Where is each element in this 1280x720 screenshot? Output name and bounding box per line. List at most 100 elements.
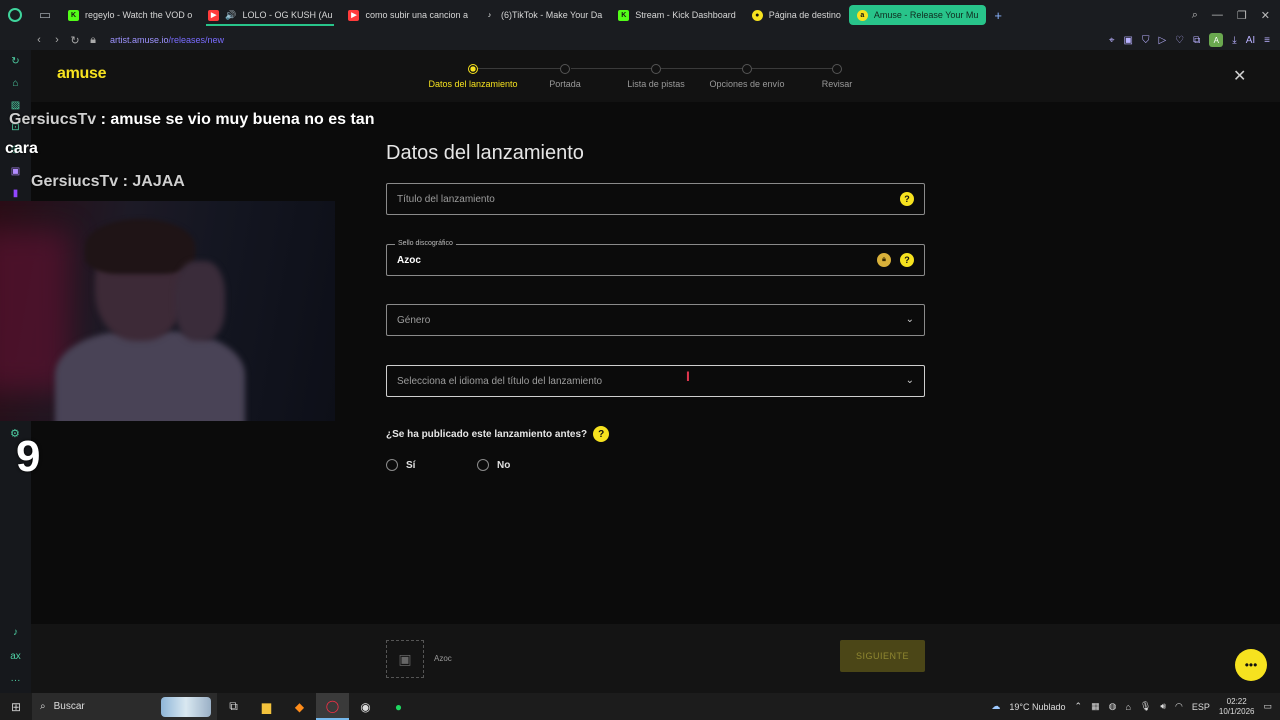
- forward-icon[interactable]: ›: [48, 34, 66, 46]
- player-icon[interactable]: ▷: [1158, 35, 1166, 46]
- tiktok-icon: ♪: [487, 11, 492, 19]
- download-icon[interactable]: ⤓: [1232, 35, 1236, 46]
- tab-kick-dashboard[interactable]: K Stream - Kick Dashboard: [610, 0, 744, 30]
- network-icon[interactable]: ⌂: [1125, 702, 1130, 712]
- opera-taskbar-icon[interactable]: ◯: [316, 693, 349, 720]
- release-title-placeholder: Título del lanzamiento: [397, 193, 495, 205]
- youtube-icon: ▶: [208, 9, 220, 21]
- input-language[interactable]: ESP: [1192, 702, 1210, 712]
- tab-kick-vod[interactable]: Kregeylo - Watch the VOD o: [60, 0, 200, 30]
- cover-placeholder-icon: ▣: [386, 640, 424, 678]
- aria-ai-button[interactable]: AI: [1246, 35, 1255, 46]
- twitch-icon[interactable]: ▮: [9, 186, 23, 200]
- notifications-icon[interactable]: ▭: [1263, 701, 1272, 712]
- shield-icon[interactable]: ⛉: [1142, 35, 1150, 46]
- restore-icon[interactable]: ❐: [1237, 9, 1247, 22]
- amuse-logo[interactable]: amuse: [57, 65, 107, 83]
- music-icon[interactable]: ♪: [9, 625, 23, 639]
- spotify-icon[interactable]: ●: [382, 693, 415, 720]
- heart-icon[interactable]: ♡: [1175, 35, 1184, 46]
- next-button[interactable]: SIGUIENTE: [840, 640, 925, 672]
- new-tab-button[interactable]: +: [986, 8, 1010, 23]
- steam-icon[interactable]: ◍: [1109, 701, 1117, 712]
- weather-text[interactable]: 19°C Nublado: [1009, 702, 1065, 712]
- lock-icon: 🔒︎: [90, 33, 96, 46]
- question-text: ¿Se ha publicado este lanzamiento antes?: [386, 428, 588, 440]
- menu-icon[interactable]: ≡: [1264, 35, 1270, 46]
- minimize-icon[interactable]: —: [1212, 9, 1223, 22]
- refresh-icon[interactable]: ↻: [9, 54, 23, 68]
- help-icon[interactable]: ?: [593, 426, 610, 442]
- extensions-icon[interactable]: ⧉: [1193, 35, 1200, 46]
- step-indicator: [468, 64, 478, 74]
- close-window-icon[interactable]: ✕: [1261, 9, 1270, 22]
- genre-select[interactable]: Género ⌄: [386, 304, 925, 336]
- task-view-icon[interactable]: ⧉: [217, 693, 250, 720]
- back-icon[interactable]: ‹: [30, 34, 48, 46]
- system-tray: ☁ 19°C Nublado ⌃ ▦ ◍ ⌂ 🎙︎ 🔊︎ ◠ ESP 02:22…: [991, 697, 1280, 717]
- chat-message-continuation: cara: [5, 140, 38, 157]
- workspace-icon[interactable]: ▨: [9, 98, 23, 112]
- file-explorer-icon[interactable]: ▆: [250, 693, 283, 720]
- radio-circle[interactable]: [386, 459, 398, 471]
- taskbar-search[interactable]: ⌕ Buscar: [32, 693, 217, 720]
- pin-icon[interactable]: ⌖: [1109, 35, 1115, 46]
- clock[interactable]: 02:22 10/1/2026: [1219, 697, 1255, 717]
- profile-avatar[interactable]: A: [1209, 33, 1224, 47]
- help-icon[interactable]: ?: [900, 253, 914, 267]
- youtube-icon: ▶: [348, 9, 360, 21]
- url-field[interactable]: artist.amuse.io/releases/new: [110, 35, 224, 45]
- messenger-icon[interactable]: ▣: [9, 164, 23, 178]
- more-icon[interactable]: ···: [9, 673, 23, 687]
- chevron-down-icon: ⌄: [905, 314, 914, 325]
- previously-released-question: ¿Se ha publicado este lanzamiento antes?…: [386, 426, 610, 442]
- sidebar-bottom: ♪ ax ···: [9, 625, 23, 693]
- footer-artist-name: Azoc: [434, 654, 452, 663]
- reload-icon[interactable]: ↻: [66, 34, 84, 47]
- release-title-input[interactable]: Título del lanzamiento ?: [386, 183, 925, 215]
- tray-app-icon[interactable]: ▦: [1091, 701, 1100, 712]
- record-label-value: Azoc: [397, 254, 421, 266]
- obs-icon[interactable]: ◉: [349, 693, 382, 720]
- help-icon[interactable]: ?: [900, 192, 914, 206]
- text-cursor-icon: I: [686, 368, 690, 384]
- kick-icon: K: [68, 9, 79, 21]
- speaker-icon[interactable]: 🔊: [225, 10, 236, 21]
- title-language-select[interactable]: Selecciona el idioma del título del lanz…: [386, 365, 925, 397]
- extensions-bar: ⌖ ▣ ⛉ ▷ ♡ ⧉ A ⤓ AI ≡: [1109, 33, 1280, 47]
- record-label-caption: Sello discográfico: [395, 240, 456, 247]
- close-icon[interactable]: ✕: [1233, 66, 1246, 86]
- tab-tiktok[interactable]: ♪ (6)TikTok - Make Your Da: [476, 0, 610, 30]
- genre-placeholder: Género: [397, 314, 431, 326]
- tab-menu-icon[interactable]: ▭: [30, 0, 60, 30]
- tab-youtube-howto[interactable]: ▶ como subir una cancion a: [340, 0, 476, 30]
- radio-no[interactable]: No: [477, 459, 510, 471]
- step-indicator: [832, 64, 842, 74]
- kick-icon: K: [618, 9, 630, 21]
- radio-yes[interactable]: Sí: [386, 459, 415, 471]
- tab-amuse[interactable]: a Amuse - Release Your Mu: [848, 5, 987, 25]
- tab-youtube-lolo[interactable]: ▶ 🔊 LOLO - OG KUSH (Au: [200, 0, 340, 30]
- search-icon: ⌕: [40, 701, 46, 712]
- fl-studio-icon[interactable]: ◆: [283, 693, 316, 720]
- ax-icon[interactable]: ax: [9, 649, 23, 663]
- wifi-icon[interactable]: ◠: [1175, 701, 1183, 712]
- page-title: Datos del lanzamiento: [386, 142, 584, 164]
- radio-circle[interactable]: [477, 459, 489, 471]
- support-chat-icon[interactable]: •••: [1235, 649, 1267, 681]
- search-tabs-icon[interactable]: ⌕: [1192, 9, 1198, 22]
- tray-expand-icon[interactable]: ⌃: [1075, 701, 1083, 712]
- volume-icon[interactable]: 🔊︎: [1160, 701, 1166, 712]
- title-language-placeholder: Selecciona el idioma del título del lanz…: [397, 375, 603, 387]
- snapshot-icon[interactable]: ▣: [1124, 35, 1133, 46]
- windows-start-icon[interactable]: ⊞: [0, 700, 32, 714]
- tab-landing-page[interactable]: ● Página de destino: [744, 0, 849, 30]
- app-footer: ▣ Azoc SIGUIENTE •••: [31, 624, 1280, 693]
- bag-icon[interactable]: ⌂: [9, 76, 23, 90]
- step-indicator: [560, 64, 570, 74]
- browser-tab-strip: ▭ Kregeylo - Watch the VOD o ▶ 🔊 LOLO - OG…: [0, 0, 1280, 30]
- microphone-icon[interactable]: 🎙︎: [1140, 701, 1151, 712]
- step-review[interactable]: Revisar: [777, 64, 897, 89]
- opera-logo-icon[interactable]: [0, 0, 30, 30]
- taskbar: ⊞ ⌕ Buscar ⧉ ▆ ◆ ◯ ◉ ● ☁ 19°C Nublado ⌃ …: [0, 693, 1280, 720]
